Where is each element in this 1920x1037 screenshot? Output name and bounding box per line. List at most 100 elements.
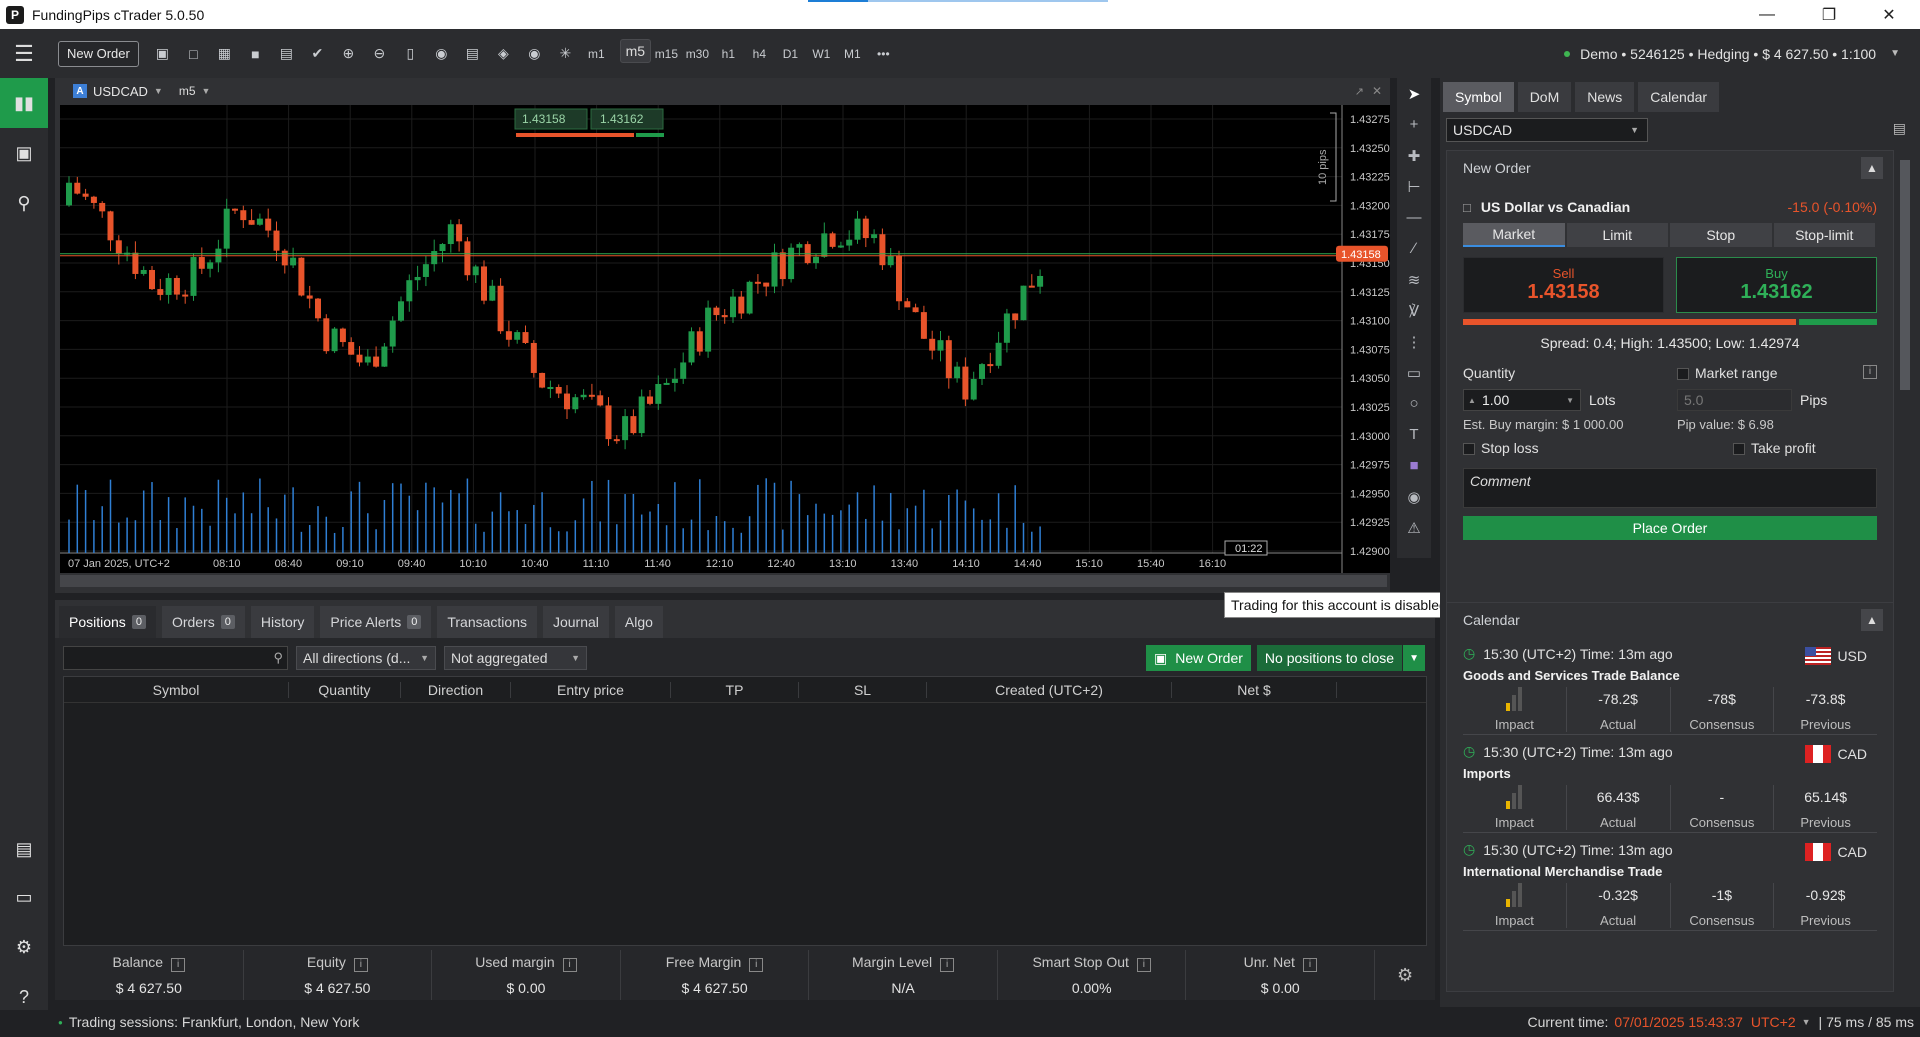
col-entry-price[interactable]: Entry price bbox=[511, 681, 671, 698]
layout-full-icon[interactable]: ■ bbox=[240, 39, 271, 69]
timeframe-m1[interactable]: m1 bbox=[581, 39, 612, 69]
positions-new-order-button[interactable]: ▣ New Order bbox=[1145, 645, 1251, 671]
timeframe-h1[interactable]: h1 bbox=[713, 39, 744, 69]
symbol-dropdown-icon[interactable]: ▼ bbox=[154, 86, 163, 96]
info-icon[interactable]: i bbox=[940, 958, 955, 972]
aggregation-filter-select[interactable]: Not aggregated ▼ bbox=[444, 646, 587, 670]
tab-calendar[interactable]: Calendar bbox=[1638, 82, 1720, 112]
timezone[interactable]: UTC+2 bbox=[1751, 1014, 1796, 1030]
chart-timeframe[interactable]: m5 bbox=[179, 84, 196, 98]
info-icon[interactable]: i bbox=[353, 958, 368, 972]
menu-icon[interactable]: ☰ bbox=[0, 29, 48, 78]
tab-journal[interactable]: Journal bbox=[542, 606, 609, 638]
market-range-checkbox[interactable]: Market range i bbox=[1677, 365, 1877, 381]
scrollbar-thumb[interactable] bbox=[1900, 160, 1910, 390]
indicators-icon[interactable]: ✔ bbox=[302, 39, 333, 69]
order-type-stop[interactable]: Stop bbox=[1670, 223, 1772, 247]
col-created[interactable]: Created (UTC+2) bbox=[927, 681, 1172, 698]
horizontal-line-icon[interactable]: — bbox=[1397, 202, 1431, 233]
nav-analyze-icon[interactable]: ⚲ bbox=[0, 178, 48, 228]
info-icon[interactable]: i bbox=[562, 958, 577, 972]
col-tp[interactable]: TP bbox=[671, 681, 799, 698]
chart-close-icon[interactable]: ✕ bbox=[1372, 84, 1382, 98]
nav-trade-icon[interactable]: ▮▮ bbox=[0, 78, 48, 128]
new-order-button[interactable]: New Order bbox=[58, 40, 139, 67]
alert-bell-icon[interactable]: ⚠ bbox=[1397, 512, 1431, 543]
chevron-down-icon[interactable]: ▼ bbox=[1802, 1017, 1811, 1027]
stop-loss-checkbox[interactable]: Stop loss bbox=[1463, 440, 1733, 456]
fibonacci-icon[interactable]: ≋ bbox=[1397, 264, 1431, 295]
rectangle-icon[interactable]: ▭ bbox=[1397, 357, 1431, 388]
eye-icon[interactable]: ◉ bbox=[519, 39, 550, 69]
info-icon[interactable]: i bbox=[1136, 958, 1151, 972]
chart-mode-icon[interactable]: ▣ bbox=[147, 39, 178, 69]
more-icon[interactable]: ••• bbox=[868, 39, 899, 69]
restore-button[interactable]: ❐ bbox=[1800, 0, 1858, 29]
collapse-icon[interactable]: ▲ bbox=[1861, 609, 1883, 631]
right-scrollbar[interactable] bbox=[1898, 150, 1912, 990]
zoom-out-icon[interactable]: ⊖ bbox=[364, 39, 395, 69]
tab-news[interactable]: News bbox=[1575, 82, 1635, 112]
calendar-event[interactable]: ◷ 15:30 (UTC+2) Time: 13m ago CAD Imports… bbox=[1463, 735, 1877, 833]
tab-dom[interactable]: DoM bbox=[1517, 82, 1572, 112]
timeframe-d1[interactable]: D1 bbox=[775, 39, 806, 69]
col-symbol[interactable]: Symbol bbox=[64, 681, 289, 698]
tab-price-alerts[interactable]: Price Alerts 0 bbox=[320, 606, 432, 638]
take-profit-checkbox[interactable]: Take profit bbox=[1733, 440, 1816, 456]
info-icon[interactable]: i bbox=[171, 958, 186, 972]
chart-symbol[interactable]: USDCAD bbox=[93, 84, 148, 99]
timeframe-h4[interactable]: h4 bbox=[744, 39, 775, 69]
close-button[interactable]: ✕ bbox=[1860, 0, 1918, 29]
symbol-select[interactable]: USDCAD ▼ bbox=[1446, 118, 1648, 142]
timeframe-w1[interactable]: W1 bbox=[806, 39, 837, 69]
calendar-event[interactable]: ◷ 15:30 (UTC+2) Time: 13m ago USD Goods a… bbox=[1463, 637, 1877, 735]
col-direction[interactable]: Direction bbox=[401, 681, 511, 698]
close-all-button[interactable]: No positions to close bbox=[1256, 645, 1403, 671]
place-order-button[interactable]: Place Order bbox=[1463, 516, 1877, 540]
comment-input[interactable]: Comment bbox=[1463, 468, 1877, 508]
nav-wallet-icon[interactable]: ▭ bbox=[0, 872, 48, 922]
popout-icon[interactable]: ↗ bbox=[1355, 85, 1364, 98]
timeframe-m30[interactable]: m30 bbox=[682, 39, 713, 69]
pattern-icon[interactable]: ⋮ bbox=[1397, 326, 1431, 357]
close-all-dropdown[interactable]: ▼ bbox=[1403, 645, 1425, 671]
color-icon[interactable]: ■ bbox=[1397, 450, 1431, 481]
quantity-stepper[interactable]: ▲ 1.00 ▼ bbox=[1463, 389, 1581, 411]
crosshair-dotted-icon[interactable]: ✚ bbox=[1397, 140, 1431, 171]
minimize-button[interactable]: — bbox=[1738, 0, 1796, 29]
layout-single-icon[interactable]: □ bbox=[178, 39, 209, 69]
candlestick-chart[interactable]: 1.43275 1.43250 1.43225 1.43200 1.43175 1.431… bbox=[60, 105, 1390, 573]
cbot-icon[interactable]: ◉ bbox=[426, 39, 457, 69]
nav-algo-icon[interactable]: ▣ bbox=[0, 128, 48, 178]
calendar-event[interactable]: ◷ 15:30 (UTC+2) Time: 13m ago CAD Interna… bbox=[1463, 833, 1877, 931]
col-quantity[interactable]: Quantity bbox=[289, 681, 401, 698]
tab-symbol[interactable]: Symbol bbox=[1443, 82, 1514, 112]
chart-scrollbar[interactable] bbox=[60, 575, 1387, 587]
layers-icon[interactable]: ◈ bbox=[488, 39, 519, 69]
tab-orders[interactable]: Orders 0 bbox=[161, 606, 245, 638]
timeframe-m5[interactable]: m5 bbox=[619, 38, 651, 63]
info-icon[interactable]: i bbox=[1302, 958, 1317, 972]
nav-settings-icon[interactable]: ⚙ bbox=[0, 922, 48, 972]
pitchfork-icon[interactable]: ℣ bbox=[1397, 295, 1431, 326]
tab-history[interactable]: History bbox=[250, 606, 315, 638]
layout-split-icon[interactable]: ▤ bbox=[271, 39, 302, 69]
sell-button[interactable]: Sell 1.43158 bbox=[1463, 257, 1664, 313]
market-range-input[interactable]: 5.0 bbox=[1677, 389, 1792, 411]
info-icon[interactable]: i bbox=[1863, 365, 1877, 379]
col-sl[interactable]: SL bbox=[799, 681, 927, 698]
nav-copy-icon[interactable]: ▤ bbox=[0, 824, 48, 874]
cursor-icon[interactable]: ➤ bbox=[1397, 78, 1431, 109]
summary-settings-icon[interactable]: ⚙ bbox=[1375, 950, 1435, 1000]
collapse-icon[interactable]: ▲ bbox=[1861, 157, 1883, 179]
ellipse-icon[interactable]: ○ bbox=[1397, 388, 1431, 419]
account-info[interactable]: Demo • 5246125 • Hedging • $ 4 627.50 • … bbox=[1564, 29, 1900, 78]
info-icon[interactable]: i bbox=[749, 958, 764, 972]
screenshot-icon[interactable]: ◉ bbox=[1397, 481, 1431, 512]
chart-canvas[interactable]: 1.43275 1.43250 1.43225 1.43200 1.43175 1.431… bbox=[60, 105, 1390, 573]
order-type-stop-limit[interactable]: Stop-limit bbox=[1773, 223, 1875, 247]
tab-algo[interactable]: Algo bbox=[614, 606, 663, 638]
buy-button[interactable]: Buy 1.43162 bbox=[1676, 257, 1877, 313]
timeframe-mn1[interactable]: M1 bbox=[837, 39, 868, 69]
tab-positions[interactable]: Positions 0 bbox=[59, 606, 156, 638]
